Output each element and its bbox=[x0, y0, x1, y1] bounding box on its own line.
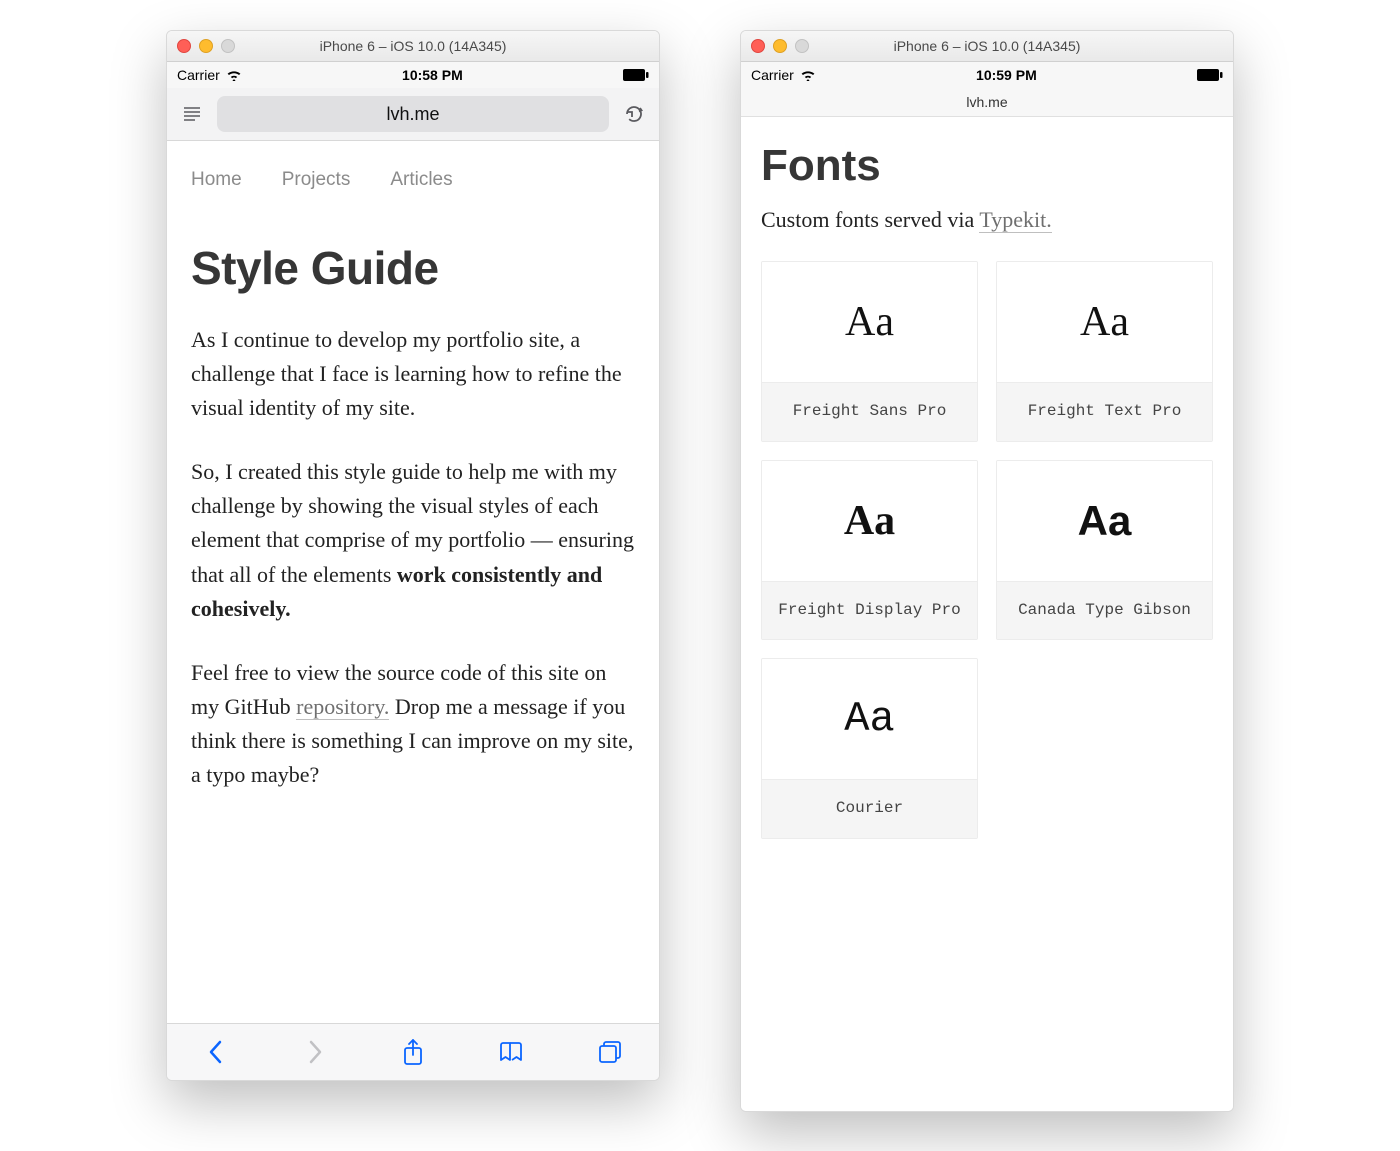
font-sample: Aa bbox=[997, 262, 1212, 382]
simulator-window-right: iPhone 6 – iOS 10.0 (14A345) Carrier 10:… bbox=[740, 30, 1234, 1112]
paragraph: Feel free to view the source code of thi… bbox=[191, 656, 635, 792]
typekit-link[interactable]: Typekit. bbox=[979, 207, 1051, 233]
safari-address-bar-slim[interactable]: lvh.me bbox=[741, 88, 1233, 117]
font-card: AaFreight Display Pro bbox=[761, 460, 978, 641]
font-sample: Aa bbox=[997, 461, 1212, 581]
close-icon[interactable] bbox=[751, 39, 765, 53]
back-icon[interactable] bbox=[196, 1032, 236, 1072]
safari-address-bar: lvh.me bbox=[167, 88, 659, 141]
forward-icon bbox=[295, 1032, 335, 1072]
tabs-icon[interactable] bbox=[590, 1032, 630, 1072]
wifi-icon bbox=[800, 69, 816, 81]
safari-toolbar bbox=[167, 1023, 659, 1080]
mac-titlebar: iPhone 6 – iOS 10.0 (14A345) bbox=[741, 31, 1233, 62]
page-content: Home Projects Articles Style Guide As I … bbox=[167, 141, 659, 1023]
prose: As I continue to develop my portfolio si… bbox=[191, 323, 635, 792]
font-card: AaFreight Sans Pro bbox=[761, 261, 978, 442]
clock: 10:58 PM bbox=[402, 67, 463, 83]
battery-icon bbox=[623, 69, 649, 81]
url-text: lvh.me bbox=[966, 94, 1007, 110]
paragraph: So, I created this style guide to help m… bbox=[191, 455, 635, 625]
minimize-icon[interactable] bbox=[199, 39, 213, 53]
battery-icon bbox=[1197, 69, 1223, 81]
nav-home[interactable]: Home bbox=[191, 169, 242, 191]
share-icon[interactable] bbox=[393, 1032, 433, 1072]
window-title: iPhone 6 – iOS 10.0 (14A345) bbox=[741, 38, 1233, 54]
window-title: iPhone 6 – iOS 10.0 (14A345) bbox=[167, 38, 659, 54]
font-label: Freight Sans Pro bbox=[762, 382, 977, 441]
zoom-icon[interactable] bbox=[795, 39, 809, 53]
carrier-label: Carrier bbox=[751, 67, 794, 83]
reload-icon[interactable] bbox=[619, 96, 649, 132]
page-content: Fonts Custom fonts served via Typekit. A… bbox=[741, 117, 1233, 1111]
font-label: Freight Text Pro bbox=[997, 382, 1212, 441]
close-icon[interactable] bbox=[177, 39, 191, 53]
font-sample: Aa bbox=[762, 659, 977, 779]
page-title: Style Guide bbox=[191, 241, 635, 295]
minimize-icon[interactable] bbox=[773, 39, 787, 53]
ios-status-bar: Carrier 10:58 PM bbox=[167, 62, 659, 88]
font-grid: AaFreight Sans ProAaFreight Text ProAaFr… bbox=[761, 261, 1213, 839]
clock: 10:59 PM bbox=[976, 67, 1037, 83]
paragraph: As I continue to develop my portfolio si… bbox=[191, 323, 635, 425]
lede: Custom fonts served via Typekit. bbox=[761, 207, 1213, 233]
nav-articles[interactable]: Articles bbox=[390, 169, 452, 191]
site-nav: Home Projects Articles bbox=[191, 169, 635, 191]
bookmarks-icon[interactable] bbox=[491, 1032, 531, 1072]
font-card: AaCourier bbox=[761, 658, 978, 839]
wifi-icon bbox=[226, 69, 242, 81]
carrier-label: Carrier bbox=[177, 67, 220, 83]
ios-status-bar: Carrier 10:59 PM bbox=[741, 62, 1233, 88]
traffic-lights[interactable] bbox=[751, 39, 809, 53]
font-card: AaCanada Type Gibson bbox=[996, 460, 1213, 641]
traffic-lights[interactable] bbox=[177, 39, 235, 53]
mac-titlebar: iPhone 6 – iOS 10.0 (14A345) bbox=[167, 31, 659, 62]
nav-projects[interactable]: Projects bbox=[282, 169, 351, 191]
font-sample: Aa bbox=[762, 461, 977, 581]
simulator-window-left: iPhone 6 – iOS 10.0 (14A345) Carrier 10:… bbox=[166, 30, 660, 1081]
font-label: Freight Display Pro bbox=[762, 581, 977, 640]
reader-view-icon[interactable] bbox=[177, 96, 207, 132]
font-label: Canada Type Gibson bbox=[997, 581, 1212, 640]
font-label: Courier bbox=[762, 779, 977, 838]
url-text: lvh.me bbox=[386, 104, 439, 125]
font-card: AaFreight Text Pro bbox=[996, 261, 1213, 442]
repository-link[interactable]: repository. bbox=[296, 694, 389, 720]
url-field[interactable]: lvh.me bbox=[217, 96, 609, 132]
page-title: Fonts bbox=[761, 141, 1213, 191]
zoom-icon[interactable] bbox=[221, 39, 235, 53]
font-sample: Aa bbox=[762, 262, 977, 382]
